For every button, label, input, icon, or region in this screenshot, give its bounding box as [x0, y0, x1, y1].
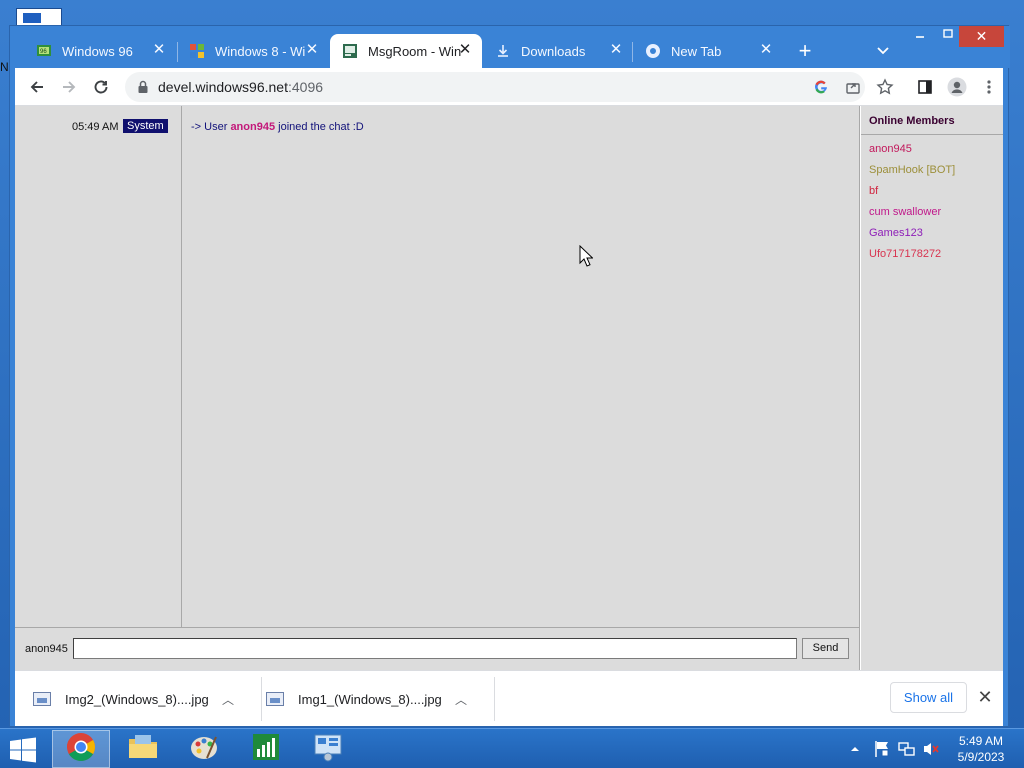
- google-lens-icon[interactable]: [809, 75, 833, 99]
- folder-icon: [127, 733, 159, 766]
- control-panel-icon: [313, 732, 343, 767]
- lock-icon[interactable]: [137, 80, 149, 99]
- online-members-panel: Online Members anon945 SpamHook [BOT] bf cu…: [861, 106, 1003, 670]
- new-tab-button[interactable]: +: [795, 40, 815, 62]
- address-bar[interactable]: devel.windows96.net:4096: [125, 72, 865, 102]
- member-item[interactable]: Ufo717178272: [869, 248, 941, 260]
- message-text: -> User anon945 joined the chat :D: [191, 121, 364, 133]
- volume-muted-icon[interactable]: [922, 729, 940, 768]
- close-tab-icon[interactable]: ✕: [609, 42, 623, 57]
- tab-new-tab[interactable]: New Tab ✕: [633, 34, 783, 68]
- tab-downloads[interactable]: Downloads ✕: [483, 34, 633, 68]
- side-panel-icon[interactable]: [913, 75, 937, 99]
- online-members-title: Online Members: [869, 115, 955, 127]
- windows8-wiki-icon: [189, 43, 205, 59]
- paint-palette-icon: [189, 732, 219, 767]
- msgroom-page: 05:49 AM System -> User anon945 joined t…: [15, 106, 1003, 670]
- svg-text:96: 96: [40, 49, 47, 55]
- tab-strip: 96 Windows 96 ✕ Windows 8 - Wi ✕ MsgRoom…: [10, 26, 1010, 68]
- taskbar-clock[interactable]: 5:49 AM 5/9/2023: [950, 733, 1012, 765]
- taskbar-chrome[interactable]: [52, 730, 110, 768]
- action-center-flag-icon[interactable]: [874, 729, 890, 768]
- member-item[interactable]: bf: [869, 185, 878, 197]
- mouse-cursor-icon: [579, 244, 594, 267]
- network-icon[interactable]: [898, 729, 916, 768]
- taskbar-control-panel[interactable]: [299, 730, 357, 768]
- nickname-label[interactable]: anon945: [25, 643, 68, 655]
- forward-arrow-icon[interactable]: [57, 75, 81, 99]
- chrome-icon: [66, 732, 96, 767]
- member-item[interactable]: SpamHook [BOT]: [869, 164, 955, 176]
- close-tab-icon[interactable]: ✕: [305, 42, 319, 57]
- maximize-button[interactable]: [935, 26, 960, 47]
- send-button[interactable]: Send: [802, 638, 849, 659]
- download-separator: [494, 677, 495, 721]
- url-text: devel.windows96.net:4096: [158, 79, 324, 95]
- member-item[interactable]: anon945: [869, 143, 912, 155]
- taskbar: 5:49 AM 5/9/2023: [0, 728, 1024, 768]
- message-meta-column: [15, 106, 182, 627]
- clock-date: 5/9/2023: [957, 750, 1005, 764]
- close-tab-icon[interactable]: ✕: [458, 42, 472, 57]
- start-button[interactable]: [9, 737, 37, 763]
- chevron-up-icon[interactable]: ︿: [221, 691, 235, 708]
- member-item[interactable]: cum swallower: [869, 206, 941, 218]
- taskbar-paint[interactable]: [175, 730, 233, 768]
- msgroom-icon: [342, 43, 358, 59]
- chrome-icon: [645, 43, 661, 59]
- image-file-icon: [33, 692, 51, 706]
- menu-dots-icon[interactable]: [977, 75, 1001, 99]
- minimize-button[interactable]: [907, 26, 932, 47]
- taskbar-task-manager[interactable]: [237, 730, 295, 768]
- download-shelf: Img2_(Windows_8)....jpg ︿ Img1_(Windows_…: [15, 670, 1003, 726]
- download-icon: [495, 43, 511, 59]
- desktop-shortcut-icon[interactable]: [16, 8, 62, 26]
- message-time: 05:49 AM: [72, 121, 119, 133]
- show-all-downloads-button[interactable]: Show all: [890, 682, 967, 713]
- chevron-up-icon[interactable]: ︿: [454, 691, 468, 708]
- chat-log: 05:49 AM System -> User anon945 joined t…: [15, 106, 860, 627]
- tab-msgroom[interactable]: MsgRoom - Win ✕: [330, 34, 482, 68]
- close-shelf-icon[interactable]: ✕: [976, 688, 994, 706]
- close-tab-icon[interactable]: ✕: [759, 42, 773, 57]
- back-arrow-icon[interactable]: [25, 75, 49, 99]
- show-hidden-icons-button[interactable]: [850, 729, 860, 768]
- share-icon[interactable]: [841, 75, 865, 99]
- browser-toolbar: devel.windows96.net:4096: [15, 68, 1003, 106]
- bookmark-star-icon[interactable]: [873, 75, 897, 99]
- windows96-icon: 96: [36, 43, 52, 59]
- desktop-edge-text: N: [0, 60, 9, 74]
- chrome-window: 96 Windows 96 ✕ Windows 8 - Wi ✕ MsgRoom…: [9, 25, 1010, 727]
- close-tab-icon[interactable]: ✕: [152, 42, 166, 57]
- chart-icon: [252, 733, 280, 766]
- download-filename: Img1_(Windows_8)....jpg: [298, 691, 442, 707]
- download-item[interactable]: Img1_(Windows_8)....jpg ︿: [266, 671, 468, 727]
- member-item[interactable]: Games123: [869, 227, 923, 239]
- profile-avatar-icon[interactable]: [945, 75, 969, 99]
- download-filename: Img2_(Windows_8)....jpg: [65, 691, 209, 707]
- tab-windows-96[interactable]: 96 Windows 96 ✕: [24, 34, 176, 68]
- tab-search-chevron-icon[interactable]: [875, 42, 891, 58]
- message-input[interactable]: [73, 638, 797, 659]
- message-compose-bar: anon945 Send: [15, 627, 860, 670]
- sender-badge: System: [123, 119, 168, 133]
- taskbar-file-explorer[interactable]: [114, 730, 172, 768]
- window-close-button[interactable]: ✕: [959, 26, 1004, 47]
- download-separator: [261, 677, 262, 721]
- image-file-icon: [266, 692, 284, 706]
- reload-icon[interactable]: [89, 75, 113, 99]
- members-divider: [861, 134, 1003, 135]
- message-username[interactable]: anon945: [230, 121, 275, 133]
- clock-time: 5:49 AM: [958, 734, 1004, 748]
- download-item[interactable]: Img2_(Windows_8)....jpg ︿: [33, 671, 235, 727]
- tab-windows-8-wiki[interactable]: Windows 8 - Wi ✕: [177, 34, 329, 68]
